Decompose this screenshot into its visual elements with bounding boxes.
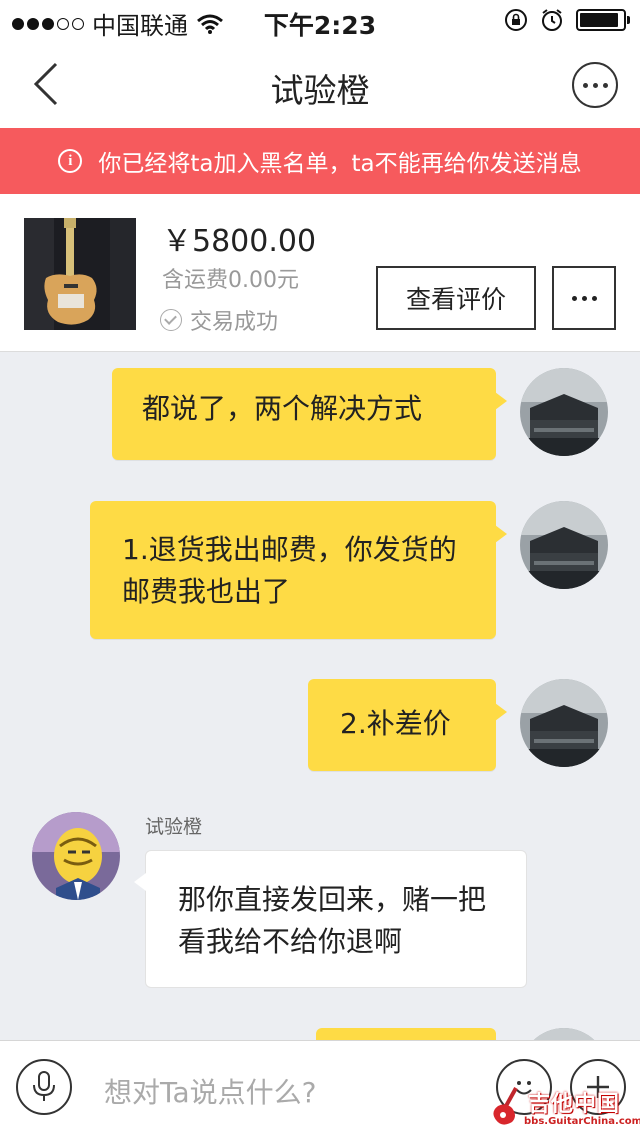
shipping-fee: 含运费0.00元 <box>162 268 299 293</box>
order-status-text: 交易成功 <box>190 310 279 335</box>
message-bubble-me[interactable]: 2.补差价 <box>308 679 507 771</box>
info-icon: i <box>58 149 83 173</box>
status-bar: 中国联通 下午2:23 <box>0 0 640 40</box>
microphone-icon <box>33 1071 55 1101</box>
watermark-url: bbs.GuitarChina.com <box>524 1116 640 1127</box>
product-image[interactable] <box>24 218 136 330</box>
message-bubble-me[interactable]: 1.退货我出邮费，你发货的邮费我也出了 <box>90 501 507 639</box>
battery-icon <box>576 9 630 31</box>
message-bubble-me[interactable]: 都说了，两个解决方式 <box>112 368 507 460</box>
order-status: 交易成功 <box>160 304 278 336</box>
my-avatar[interactable] <box>520 501 608 589</box>
message-bubble-contact[interactable]: 那你直接发回来，赌一把看我给不给你退啊 <box>134 850 527 988</box>
alarm-icon <box>542 9 562 31</box>
page-title: 试验橙 <box>270 71 370 110</box>
my-avatar[interactable] <box>520 679 608 767</box>
contact-avatar[interactable] <box>32 812 120 900</box>
voice-input-button[interactable] <box>16 1059 72 1115</box>
banner-text: 你已经将ta加入黑名单，ta不能再给你发送消息 <box>98 151 582 177</box>
guitar-logo-icon <box>493 1087 518 1125</box>
order-more-button[interactable] <box>552 266 616 330</box>
navigation-bar: 试验橙 <box>0 40 640 128</box>
orientation-lock-icon <box>505 9 527 31</box>
watermark-logo: 吉他中国 bbs.GuitarChina.com <box>488 1084 640 1132</box>
message-input[interactable]: 想对Ta说点什么? <box>104 1071 317 1111</box>
check-circle-icon <box>160 309 182 331</box>
product-price: ￥5800.00 <box>162 224 317 259</box>
product-card[interactable]: ￥5800.00 含运费0.00元 交易成功 查看评价 <box>0 194 640 352</box>
sender-name: 试验橙 <box>145 816 203 838</box>
more-options-button[interactable] <box>572 62 618 108</box>
view-review-button[interactable]: 查看评价 <box>376 266 536 330</box>
watermark-title: 吉他中国 <box>528 1092 621 1117</box>
my-avatar[interactable] <box>520 368 608 456</box>
blacklist-banner: i 你已经将ta加入黑名单，ta不能再给你发送消息 <box>0 128 640 194</box>
